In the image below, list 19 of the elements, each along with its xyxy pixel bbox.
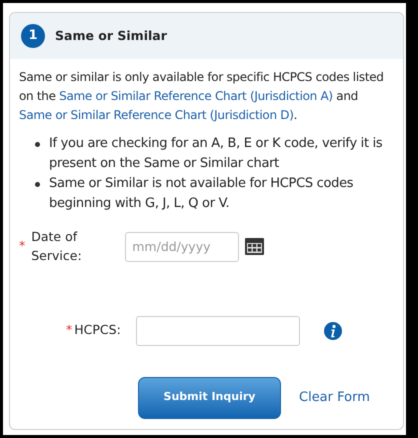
submit-button[interactable]: Submit Inquiry [138, 376, 281, 418]
bullet-icon [35, 142, 40, 147]
card-title: Same or Similar [55, 26, 167, 45]
calendar-icon[interactable] [245, 238, 264, 256]
info-icon[interactable] [324, 322, 342, 340]
chart-link[interactable]: Same or Similar Reference Chart (Jurisdiction A) [59, 89, 333, 103]
bullet-text: Same or Similar is not available for HCPCS codes beginning with G, J, L, Q or V. [49, 175, 354, 213]
step-number: 1 [21, 24, 45, 48]
bullet-icon [35, 182, 40, 187]
required-mark: * [19, 237, 26, 256]
hcpcs-field[interactable] [136, 316, 300, 346]
chart-link[interactable]: Same or Similar Reference Chart (Jurisdiction D) [19, 108, 294, 122]
bullet-text: If you are checking for an A, B, E or K code, verify it is present on the Same or Similar chart [49, 135, 384, 173]
field-label: HCPCS: [74, 321, 122, 340]
required-mark: * [66, 321, 72, 340]
date-field[interactable]: mm/dd/yyyy [125, 232, 240, 262]
field-label: Date of Service: [31, 228, 83, 265]
clear-form-link[interactable]: Clear Form [299, 388, 370, 408]
intro-paragraph: Same or similar is only available for specific HCPCS codes listed on the Same or Similar Reference Chart (Jurisdiction A) and Same or Similar Reference Chart (Jurisdiction D). [19, 69, 385, 124]
